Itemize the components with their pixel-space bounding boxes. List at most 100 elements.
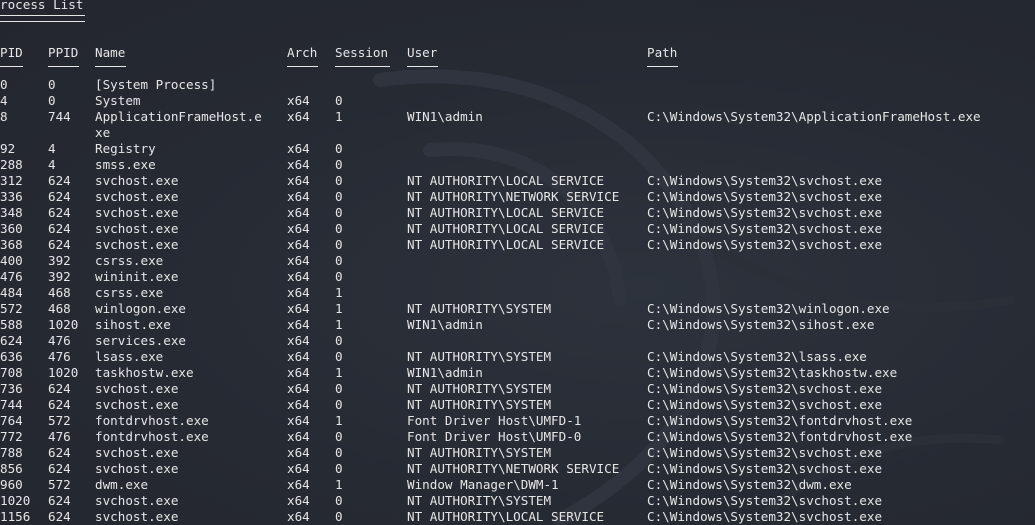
cell-session: 0: [335, 333, 343, 348]
cell-arch: x64: [287, 189, 310, 204]
header-underline-user: [407, 66, 438, 67]
cell-user: NT AUTHORITY\SYSTEM: [407, 381, 552, 396]
cell-name: System: [95, 93, 141, 108]
cell-path: C:\Windows\System32\fontdrvhost.exe: [647, 429, 913, 444]
cell-pid: 484: [0, 285, 23, 300]
cell-ppid: 1020: [48, 365, 79, 380]
cell-path: C:\Windows\System32\svchost.exe: [647, 493, 883, 508]
cell-path: C:\Windows\System32\svchost.exe: [647, 445, 883, 460]
cell-pid: 856: [0, 461, 23, 476]
cell-pid: 400: [0, 253, 23, 268]
cell-pid: 288: [0, 157, 23, 172]
header-name: Name: [95, 45, 126, 60]
header-underline-session: [335, 66, 390, 67]
header-underline-path: [647, 66, 678, 67]
cell-user: NT AUTHORITY\NETWORK SERVICE: [407, 189, 620, 204]
cell-user: NT AUTHORITY\SYSTEM: [407, 445, 552, 460]
cell-name: svchost.exe: [95, 205, 179, 220]
header-session: Session: [335, 45, 389, 60]
cell-name: svchost.exe: [95, 509, 179, 524]
cell-pid: 960: [0, 477, 23, 492]
cell-pid: 572: [0, 301, 23, 316]
cell-session: 0: [335, 493, 343, 508]
cell-arch: x64: [287, 381, 310, 396]
cell-ppid: 0: [48, 77, 56, 92]
cell-name: smss.exe: [95, 157, 156, 172]
header-underline-arch: [287, 66, 318, 67]
cell-arch: x64: [287, 205, 310, 220]
cell-arch: x64: [287, 413, 310, 428]
terminal-window[interactable]: rocess List PID PPID Name Arch Session U…: [0, 0, 1035, 525]
cell-pid: 348: [0, 205, 23, 220]
cell-name: svchost.exe: [95, 189, 179, 204]
cell-ppid: 476: [48, 429, 71, 444]
cell-session: 0: [335, 93, 343, 108]
cell-path: C:\Windows\System32\ApplicationFrameHost…: [647, 109, 981, 124]
cell-ppid: 468: [48, 301, 71, 316]
cell-name: svchost.exe: [95, 461, 179, 476]
cell-session: 0: [335, 509, 343, 524]
cell-ppid: 624: [48, 189, 71, 204]
cell-pid: 368: [0, 237, 23, 252]
cell-session: 1: [335, 317, 343, 332]
cell-user: Window Manager\DWM-1: [407, 477, 559, 492]
cell-pid: 744: [0, 397, 23, 412]
cell-session: 0: [335, 221, 343, 236]
cell-pid: 1020: [0, 493, 31, 508]
cell-session: 0: [335, 141, 343, 156]
cell-arch: x64: [287, 477, 310, 492]
cell-pid: 0: [0, 77, 8, 92]
cell-ppid: 468: [48, 285, 71, 300]
cell-name: csrss.exe: [95, 285, 164, 300]
cell-pid: 312: [0, 173, 23, 188]
cell-user: Font Driver Host\UMFD-0: [407, 429, 582, 444]
cell-ppid: 0: [48, 93, 56, 108]
cell-name: ApplicationFrameHost.e: [95, 109, 262, 124]
cell-ppid: 476: [48, 349, 71, 364]
cell-path: C:\Windows\System32\svchost.exe: [647, 509, 883, 524]
cell-arch: x64: [287, 461, 310, 476]
cell-path: C:\Windows\System32\taskhostw.exe: [647, 365, 898, 380]
cell-arch: x64: [287, 173, 310, 188]
cell-pid: 360: [0, 221, 23, 236]
cell-name: lsass.exe: [95, 349, 164, 364]
cell-session: 1: [335, 109, 343, 124]
header-ppid: PPID: [48, 45, 79, 60]
cell-name: svchost.exe: [95, 493, 179, 508]
cell-session: 0: [335, 349, 343, 364]
cell-arch: x64: [287, 445, 310, 460]
cell-ppid: 624: [48, 509, 71, 524]
cell-path: C:\Windows\System32\svchost.exe: [647, 397, 883, 412]
cell-ppid: 572: [48, 477, 71, 492]
cell-session: 1: [335, 477, 343, 492]
cell-arch: x64: [287, 317, 310, 332]
cell-pid: 588: [0, 317, 23, 332]
cell-path: C:\Windows\System32\svchost.exe: [647, 205, 883, 220]
cell-pid: 764: [0, 413, 23, 428]
cell-name: csrss.exe: [95, 253, 164, 268]
cell-user: Font Driver Host\UMFD-1: [407, 413, 582, 428]
cell-name: dwm.exe: [95, 477, 149, 492]
cell-name: winlogon.exe: [95, 301, 186, 316]
cell-session: 0: [335, 157, 343, 172]
cell-user: NT AUTHORITY\LOCAL SERVICE: [407, 237, 605, 252]
cell-user: NT AUTHORITY\SYSTEM: [407, 301, 552, 316]
header-underline-ppid: [48, 66, 79, 67]
cell-arch: x64: [287, 333, 310, 348]
cell-arch: x64: [287, 93, 310, 108]
cell-name: [System Process]: [95, 77, 217, 92]
cell-arch: x64: [287, 429, 310, 444]
cell-arch: x64: [287, 109, 310, 124]
cell-session: 0: [335, 429, 343, 444]
header-underline-pid: [0, 66, 23, 67]
header-underline-name: [95, 66, 126, 67]
cell-path: C:\Windows\System32\dwm.exe: [647, 477, 852, 492]
cell-user: NT AUTHORITY\LOCAL SERVICE: [407, 221, 605, 236]
cell-arch: x64: [287, 141, 310, 156]
cell-session: 0: [335, 461, 343, 476]
cell-ppid: 624: [48, 173, 71, 188]
cell-name: svchost.exe: [95, 237, 179, 252]
cell-session: 0: [335, 253, 343, 268]
cell-name: Registry: [95, 141, 156, 156]
cell-user: NT AUTHORITY\LOCAL SERVICE: [407, 173, 605, 188]
